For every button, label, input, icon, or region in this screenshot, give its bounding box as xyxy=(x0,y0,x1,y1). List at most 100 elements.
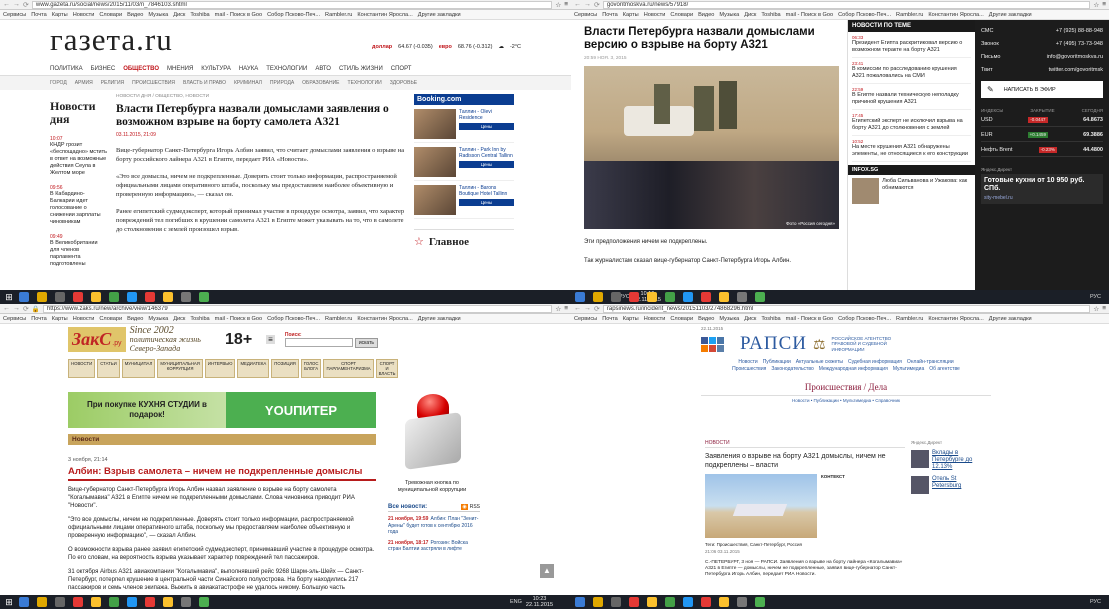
subnav-item[interactable]: ВЛАСТЬ И ПРАВО xyxy=(183,80,226,86)
menu-icon[interactable]: ≡ xyxy=(564,305,568,312)
bookmark-item[interactable]: Музыка xyxy=(719,12,739,18)
rss-icon[interactable]: ◉ xyxy=(461,504,468,510)
bookmark-item[interactable]: Новости xyxy=(73,316,95,322)
site-logo[interactable]: РАПСИ xyxy=(740,333,807,355)
facebook-icon[interactable] xyxy=(701,336,708,344)
bookmark-item[interactable]: Видео xyxy=(698,12,714,18)
taskbar-app-icon[interactable] xyxy=(199,597,209,607)
address-bar[interactable]: https://www.zaks.ru/new/archive/view/146… xyxy=(42,304,553,313)
bookmark-item[interactable]: Rambler.ru xyxy=(325,12,352,18)
nav-item[interactable]: Онлайн-трансляции xyxy=(907,359,954,365)
taskbar-app-icon[interactable] xyxy=(629,292,639,302)
alarm-button-block[interactable]: Тревожная кнопка по муниципальной корруп… xyxy=(388,394,476,494)
bookmark-item[interactable]: Другие закладки xyxy=(989,12,1032,18)
rss-label[interactable]: RSS xyxy=(470,504,480,510)
bookmark-item[interactable]: Видео xyxy=(127,12,143,18)
reload-icon[interactable]: ⟳ xyxy=(23,1,29,9)
windows-start-icon[interactable]: ⊞ xyxy=(3,597,15,608)
bookmark-item[interactable]: Словари xyxy=(670,12,693,18)
menu-item[interactable]: ИНТЕРВЬЮ xyxy=(204,359,236,378)
hotel-item[interactable]: Таллин - Olevi Residence Цены xyxy=(414,109,514,143)
price-button[interactable]: Цены xyxy=(459,123,514,130)
bookmark-item[interactable]: Константин Яросла... xyxy=(357,316,412,322)
bookmark-item[interactable]: Словари xyxy=(99,12,122,18)
subnav-item[interactable]: ПРОИСШЕСТВИЯ xyxy=(132,80,175,86)
forward-icon[interactable]: → xyxy=(584,1,591,8)
bookmark-item[interactable]: Toshiba xyxy=(761,316,780,322)
taskbar-app-icon[interactable] xyxy=(701,597,711,607)
bookmark-item[interactable]: Карты xyxy=(623,316,639,322)
nav-item[interactable]: БИЗНЕС xyxy=(91,66,116,72)
bookmark-item[interactable]: Rambler.ru xyxy=(896,12,923,18)
bookmark-item[interactable]: Другие закладки xyxy=(989,316,1032,322)
menu-icon[interactable]: ≡ xyxy=(564,1,568,8)
related-item[interactable]: 22:59 В Египте назвали техническую непола… xyxy=(852,84,971,110)
subnav-item[interactable]: КРИМИНАЛ xyxy=(234,80,262,86)
nav-item[interactable]: Публикации xyxy=(763,359,791,365)
taskbar-app-icon[interactable] xyxy=(611,292,621,302)
taskbar-app-icon[interactable] xyxy=(55,292,65,302)
scroll-top-icon[interactable]: ▲ xyxy=(540,564,554,578)
reload-icon[interactable]: ⟳ xyxy=(23,305,29,313)
bookmark-item[interactable]: Музыка xyxy=(148,316,168,322)
price-button[interactable]: Цены xyxy=(459,199,514,206)
ad-block[interactable]: Готовые кухни от 10 950 руб. СПб. sity-m… xyxy=(981,174,1103,204)
back-icon[interactable]: ← xyxy=(574,1,581,8)
taskbar-app-icon[interactable] xyxy=(127,292,137,302)
reload-icon[interactable]: ⟳ xyxy=(594,1,600,9)
taskbar-app-icon[interactable] xyxy=(145,597,155,607)
side-news-item[interactable]: 09:56 В Кабардино-Балкарии идет голосован… xyxy=(50,185,108,226)
taskbar-app-icon[interactable] xyxy=(683,597,693,607)
search-button[interactable]: искать xyxy=(354,337,378,348)
infox-item[interactable]: Люба Сильванова и Ужакова: как обнимаютс… xyxy=(882,178,971,204)
subnav-item[interactable]: Международная информация xyxy=(819,366,888,372)
rss-icon[interactable] xyxy=(701,344,708,352)
nav-item[interactable]: ОБЩЕСТВО xyxy=(123,66,159,72)
bookmark-item[interactable]: Диск xyxy=(744,12,756,18)
menu-item[interactable]: СПОРТ ПАРЛАМЕНТАРИЗМА xyxy=(323,359,374,378)
bookmark-item[interactable]: Диск xyxy=(744,316,756,322)
taskbar-app-icon[interactable] xyxy=(19,597,29,607)
vk-icon[interactable] xyxy=(717,336,724,344)
twitter-icon[interactable] xyxy=(709,336,716,344)
menu-item[interactable]: СТАТЬИ xyxy=(97,359,120,378)
subnav-item[interactable]: ГОРОД xyxy=(50,80,67,86)
menu-item[interactable]: ГОЛОС БЛОГА xyxy=(300,359,322,378)
lj-icon[interactable] xyxy=(717,344,724,352)
address-bar[interactable]: govoritmoskva.ru/news/57918/ xyxy=(602,0,1091,9)
taskbar-app-icon[interactable] xyxy=(719,292,729,302)
forward-icon[interactable]: → xyxy=(13,1,20,8)
infox-thumb[interactable] xyxy=(852,178,880,204)
bookmark-item[interactable]: Новости xyxy=(644,12,666,18)
menu-item[interactable]: ПОЗИЦИЯ xyxy=(271,359,299,378)
nav-item[interactable]: НАУКА xyxy=(239,66,258,72)
bookmark-item[interactable]: Rambler.ru xyxy=(896,316,923,322)
booking-ad[interactable]: Booking.com Таллин - Olevi Residence Цены… xyxy=(414,94,514,276)
subnav-item[interactable]: ЗДОРОВЬЕ xyxy=(390,80,417,86)
taskbar-app-icon[interactable] xyxy=(181,597,191,607)
bookmark-item[interactable]: mail - Поиск в Goo xyxy=(215,12,262,18)
taskbar-app-icon[interactable] xyxy=(127,597,137,607)
related-item[interactable]: 17:45 Египетский эксперт не исключил взры… xyxy=(852,110,971,136)
related-item[interactable]: 10:52 На месте крушения A321 обнаружены э… xyxy=(852,136,971,162)
bookmark-item[interactable]: mail - Поиск в Goo xyxy=(215,316,262,322)
subnav-item[interactable]: АРМИЯ xyxy=(75,80,93,86)
nav-item[interactable]: КУЛЬТУРА xyxy=(201,66,231,72)
star-icon[interactable]: ☆ xyxy=(1093,1,1099,9)
subnav-item[interactable]: ПРИРОДА xyxy=(270,80,294,86)
taskbar-app-icon[interactable] xyxy=(701,292,711,302)
bookmark-item[interactable]: Toshiba xyxy=(761,12,780,18)
bookmark-item[interactable]: Собор Псково-Печ... xyxy=(838,316,891,322)
menu-icon[interactable]: ≡ xyxy=(1102,1,1106,8)
clock[interactable]: 10:23 22.11.2015 xyxy=(526,596,553,608)
taskbar-app-icon[interactable] xyxy=(73,292,83,302)
bookmark-item[interactable]: Сервисы xyxy=(574,12,597,18)
subnav-item[interactable]: Мультимедиа xyxy=(893,366,924,372)
bookmark-item[interactable]: Словари xyxy=(670,316,693,322)
bookmark-item[interactable]: Новости xyxy=(644,316,666,322)
price-button[interactable]: Цены xyxy=(459,161,514,168)
taskbar-app-icon[interactable] xyxy=(611,597,621,607)
bookmark-item[interactable]: Видео xyxy=(698,316,714,322)
menu-icon[interactable]: ≡ xyxy=(266,335,275,344)
taskbar-app-icon[interactable] xyxy=(593,597,603,607)
